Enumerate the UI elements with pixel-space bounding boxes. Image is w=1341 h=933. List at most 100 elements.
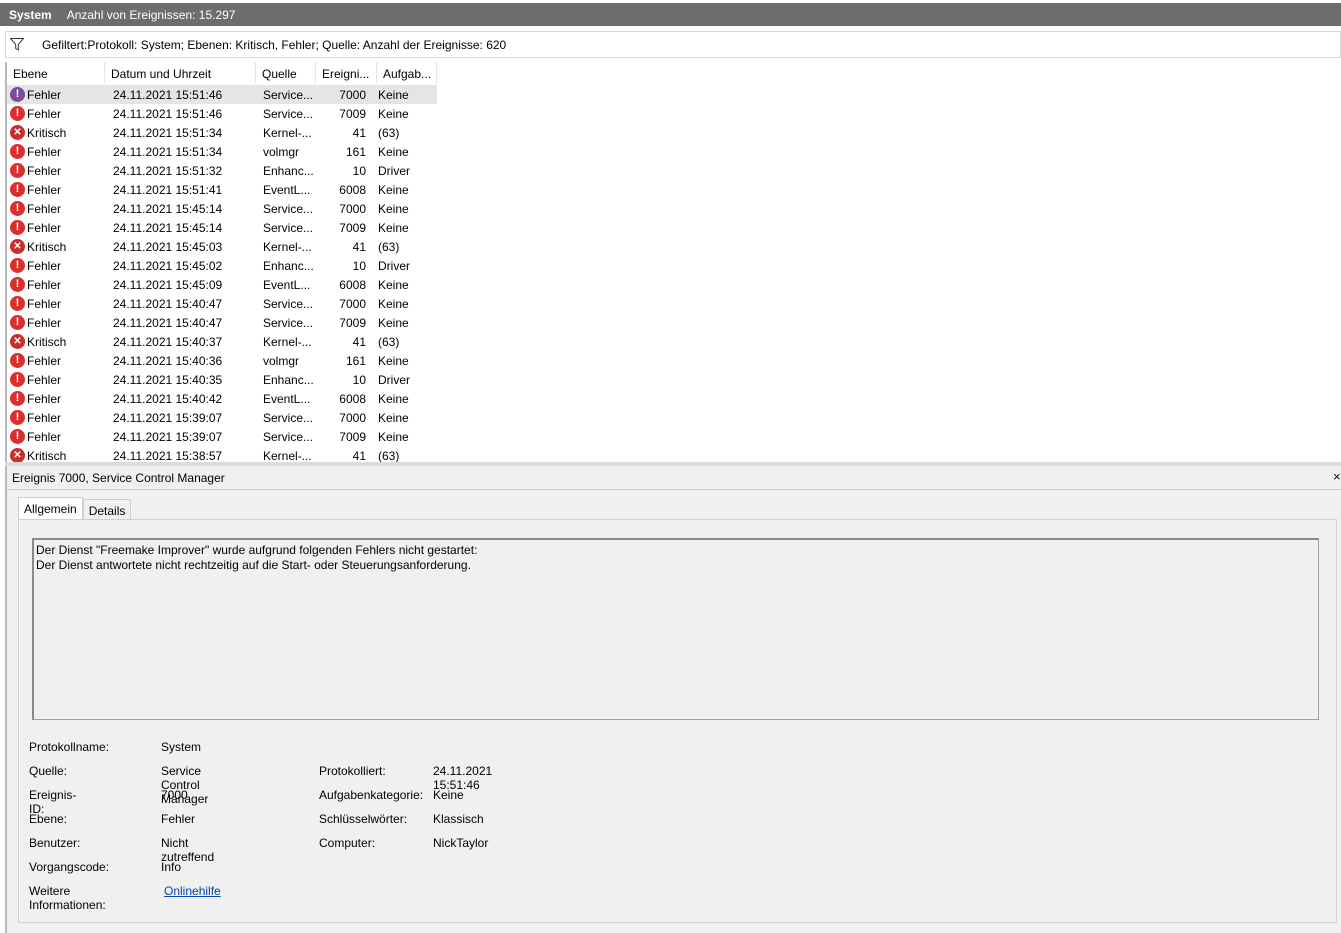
tab-general-body: Der Dienst "Freemake Improver" wurde auf… bbox=[18, 519, 1337, 923]
opcode-label: Vorgangscode: bbox=[29, 860, 110, 874]
task-category-label: Aufgabenkategorie: bbox=[319, 788, 424, 802]
level-cell: ! Fehler bbox=[7, 258, 105, 273]
task-category-cell: Keine bbox=[378, 220, 409, 235]
column-header-datetime[interactable]: Datum und Uhrzeit bbox=[105, 62, 256, 84]
task-category-cell: Driver bbox=[378, 258, 410, 273]
table-row[interactable]: ! Fehler 24.11.2021 15:40:47 Service... 7000… bbox=[7, 294, 437, 313]
error-icon: ! bbox=[10, 296, 25, 311]
table-row[interactable]: ! Fehler 24.11.2021 15:39:07 Service... 7009… bbox=[7, 427, 437, 446]
table-row[interactable]: ! Fehler 24.11.2021 15:45:14 Service... 7009… bbox=[7, 218, 437, 237]
table-row[interactable]: ! Fehler 24.11.2021 15:51:46 Service... 7009… bbox=[7, 104, 437, 123]
table-row[interactable]: ! Fehler 24.11.2021 15:40:47 Service... 7009… bbox=[7, 313, 437, 332]
task-category-cell: Keine bbox=[378, 182, 409, 197]
level-text: Kritisch bbox=[27, 334, 67, 349]
level-value: Fehler bbox=[161, 812, 196, 826]
source-cell: EventL... bbox=[263, 391, 311, 406]
task-category-cell: Keine bbox=[378, 353, 409, 368]
datetime-cell: 24.11.2021 15:39:07 bbox=[113, 410, 223, 425]
level-text: Kritisch bbox=[27, 239, 67, 254]
task-category-cell: Driver bbox=[378, 372, 410, 387]
event-id-value: 7000 bbox=[161, 788, 188, 802]
level-cell: ! Fehler bbox=[7, 372, 105, 387]
log-name-value: System bbox=[161, 740, 202, 754]
task-category-value: Keine bbox=[433, 788, 464, 802]
level-text: Kritisch bbox=[27, 448, 67, 463]
computer-label: Computer: bbox=[319, 836, 376, 850]
level-cell: ! Fehler bbox=[7, 410, 105, 425]
detail-tabs: Allgemein Details bbox=[18, 497, 132, 519]
event-id-cell: 7009 bbox=[339, 429, 366, 444]
task-category-cell: Keine bbox=[378, 429, 409, 444]
table-row[interactable]: ! Fehler 24.11.2021 15:40:42 EventL... 6008 K… bbox=[7, 389, 437, 408]
table-row[interactable]: ! Fehler 24.11.2021 15:39:07 Service... 7000… bbox=[7, 408, 437, 427]
column-header-source[interactable]: Quelle bbox=[256, 62, 316, 84]
level-text: Fehler bbox=[27, 201, 62, 216]
level-text: Fehler bbox=[27, 277, 62, 292]
source-cell: EventL... bbox=[263, 277, 311, 292]
level-text: Fehler bbox=[27, 410, 62, 425]
close-icon[interactable]: × bbox=[1333, 469, 1341, 484]
source-cell: Service... bbox=[263, 87, 314, 102]
table-row[interactable]: ✕ Kritisch 24.11.2021 15:51:34 Kernel-... 41… bbox=[7, 123, 437, 142]
source-cell: Service... bbox=[263, 315, 314, 330]
log-name-label: Protokollname: bbox=[29, 740, 110, 754]
table-row[interactable]: ! Fehler 24.11.2021 15:51:34 volmgr 161 Keine bbox=[7, 142, 437, 161]
table-row[interactable]: ! Fehler 24.11.2021 15:51:46 Service... 7000… bbox=[7, 85, 437, 104]
event-id-cell: 6008 bbox=[339, 391, 366, 406]
datetime-cell: 24.11.2021 15:51:34 bbox=[113, 144, 223, 159]
table-row[interactable]: ! Fehler 24.11.2021 15:45:14 Service... 7000… bbox=[7, 199, 437, 218]
source-cell: Kernel-... bbox=[263, 448, 312, 463]
error-icon: ! bbox=[10, 353, 25, 368]
event-id-cell: 41 bbox=[352, 125, 366, 140]
event-id-cell: 161 bbox=[345, 353, 366, 368]
table-row[interactable]: ! Fehler 24.11.2021 15:51:32 Enhanc... 10 Dri… bbox=[7, 161, 437, 180]
datetime-cell: 24.11.2021 15:38:57 bbox=[113, 448, 223, 463]
tab-details[interactable]: Details bbox=[82, 499, 132, 519]
column-header-level[interactable]: Ebene bbox=[7, 62, 105, 84]
source-cell: EventL... bbox=[263, 182, 311, 197]
table-row[interactable]: ! Fehler 24.11.2021 15:40:36 volmgr 161 Keine bbox=[7, 351, 437, 370]
table-row[interactable]: ! Fehler 24.11.2021 15:40:35 Enhanc... 10 Dri… bbox=[7, 370, 437, 389]
column-header-task-category[interactable]: Aufgab... bbox=[377, 62, 437, 84]
tab-general[interactable]: Allgemein bbox=[18, 497, 83, 519]
table-row[interactable]: ✕ Kritisch 24.11.2021 15:40:37 Kernel-... 41… bbox=[7, 332, 437, 351]
level-cell: ✕ Kritisch bbox=[7, 448, 105, 462]
table-row[interactable]: ✕ Kritisch 24.11.2021 15:38:57 Kernel-... 41… bbox=[7, 446, 437, 462]
error-icon: ! bbox=[10, 372, 25, 387]
error-icon: ! bbox=[10, 258, 25, 273]
table-row[interactable]: ! Fehler 24.11.2021 15:51:41 EventL... 6008 K… bbox=[7, 180, 437, 199]
table-row[interactable]: ! Fehler 24.11.2021 15:45:02 Enhanc... 10 Dri… bbox=[7, 256, 437, 275]
task-category-cell: Keine bbox=[378, 410, 409, 425]
event-id-cell: 7000 bbox=[339, 201, 366, 216]
event-description[interactable]: Der Dienst "Freemake Improver" wurde auf… bbox=[32, 538, 1319, 720]
event-id-cell: 7000 bbox=[339, 296, 366, 311]
event-id-cell: 161 bbox=[345, 144, 366, 159]
event-id-cell: 41 bbox=[352, 334, 366, 349]
datetime-cell: 24.11.2021 15:51:32 bbox=[113, 163, 223, 178]
level-cell: ! Fehler bbox=[7, 315, 105, 330]
datetime-cell: 24.11.2021 15:40:36 bbox=[113, 353, 223, 368]
source-cell: Service... bbox=[263, 220, 314, 235]
column-header-event-id[interactable]: Ereigni... bbox=[316, 62, 377, 84]
event-detail-title: Ereignis 7000, Service Control Manager bbox=[7, 466, 1341, 490]
table-row[interactable]: ! Fehler 24.11.2021 15:45:09 EventL... 6008 K… bbox=[7, 275, 437, 294]
event-id-cell: 10 bbox=[352, 163, 366, 178]
level-cell: ! Fehler bbox=[7, 106, 105, 121]
source-cell: volmgr bbox=[263, 353, 300, 368]
level-text: Kritisch bbox=[27, 125, 67, 140]
error-icon: ! bbox=[10, 410, 25, 425]
event-id-cell: 10 bbox=[352, 372, 366, 387]
online-help-link[interactable]: Onlinehilfe bbox=[164, 884, 221, 898]
table-row[interactable]: ✕ Kritisch 24.11.2021 15:45:03 Kernel-... 41… bbox=[7, 237, 437, 256]
error-icon: ! bbox=[10, 144, 25, 159]
source-cell: Service... bbox=[263, 296, 314, 311]
datetime-cell: 24.11.2021 15:40:47 bbox=[113, 315, 223, 330]
error-icon: ! bbox=[10, 277, 25, 292]
level-text: Fehler bbox=[27, 220, 62, 235]
task-category-cell: Driver bbox=[378, 163, 410, 178]
datetime-cell: 24.11.2021 15:45:09 bbox=[113, 277, 223, 292]
event-id-cell: 7009 bbox=[339, 106, 366, 121]
datetime-cell: 24.11.2021 15:40:47 bbox=[113, 296, 223, 311]
event-id-cell: 7009 bbox=[339, 220, 366, 235]
source-cell: Kernel-... bbox=[263, 239, 312, 254]
